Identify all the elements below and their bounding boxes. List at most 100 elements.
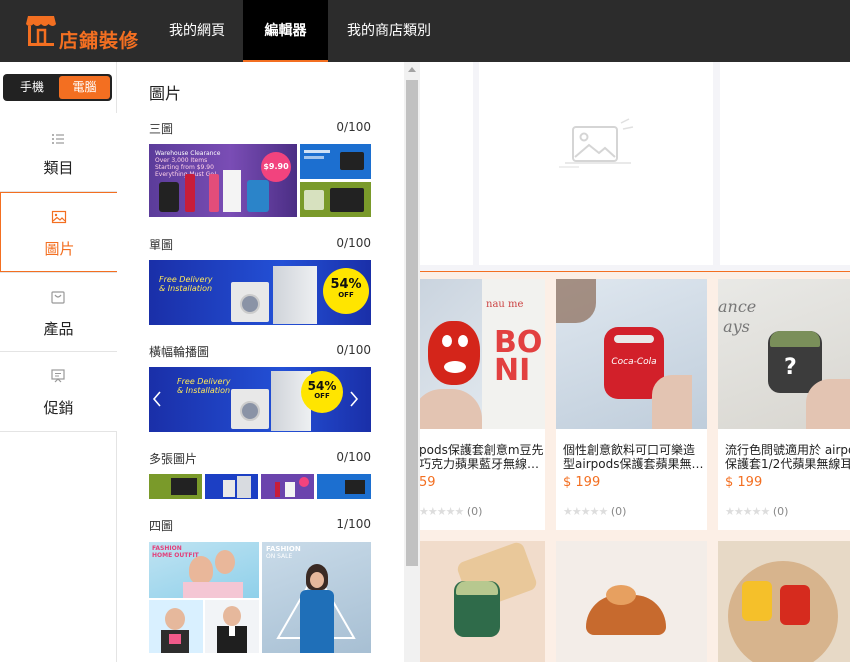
three-image-side-thumbnail-bottom[interactable] (300, 182, 371, 217)
panel-title: 圖片 (149, 84, 182, 103)
sidebar-item-label: 產品 (43, 320, 74, 338)
rating-stars-icon: ★★★★★ (725, 505, 770, 518)
product-image: nau me BO NI (420, 279, 545, 429)
section-count: 0/100 (336, 236, 371, 250)
banner-text: Free Delivery & Installation (159, 275, 212, 293)
chevron-right-icon[interactable] (349, 391, 359, 407)
person-face-graphic (310, 572, 324, 588)
banner-text-line (304, 156, 324, 159)
multi-image-thumbnail-4[interactable] (317, 474, 371, 499)
product-section: nau me BO NI pods保護套創意m豆先 巧克力蘋果藍牙無線… 59 ★… (420, 272, 850, 662)
product-name-line: 保護套1/2代蘋果無線耳 (725, 457, 850, 471)
banner-line: Over 3,000 Items (155, 157, 208, 164)
product-card[interactable] (556, 541, 707, 662)
sidebar-item-products[interactable]: 產品 (0, 272, 117, 352)
banner-line: Free Delivery (177, 377, 231, 386)
product-box-graphic (304, 190, 324, 210)
shop-icon (26, 16, 56, 46)
multi-image-thumbnail-2[interactable] (205, 474, 258, 499)
panel-scrollbar[interactable] (404, 62, 420, 662)
device-toggle: 手機 電腦 (3, 74, 112, 101)
promotion-icon (51, 369, 65, 383)
product-box-icon (51, 291, 65, 304)
section-count: 1/100 (336, 517, 371, 531)
person-graphic (215, 550, 235, 574)
three-image-side-thumbnail-top[interactable] (300, 144, 371, 179)
product-rating: ★★★★★ (0) (420, 505, 482, 518)
discount-off: OFF (338, 291, 354, 299)
review-count: (0) (772, 505, 789, 518)
product-price: 59 (420, 475, 436, 490)
discount-badge: 54% OFF (301, 371, 343, 413)
top-navbar: 店鋪裝修 我的網頁 編輯器 我的商店類別 (0, 0, 850, 62)
product-card[interactable] (718, 541, 850, 662)
four-image-thumbnail-2[interactable] (149, 600, 203, 653)
banner-line: HOME OUTFIT (152, 552, 199, 559)
banner-line: & Installation (159, 284, 213, 293)
jacket-graphic (300, 590, 334, 653)
product-card[interactable]: nau me BO NI pods保護套創意m豆先 巧克力蘋果藍牙無線… 59 ★… (420, 279, 545, 530)
product-card[interactable] (420, 541, 545, 662)
banner-text-line (304, 150, 330, 153)
banner-line: Warehouse Clearance (155, 150, 221, 157)
discount-value: 54% (330, 277, 362, 292)
product-name: 個性創意飲料可口可樂造 型airpods保護套蘋果無… (563, 443, 703, 471)
product-name-line: 個性創意飲料可口可樂造 (563, 443, 696, 457)
product-card[interactable]: ance ays ? 流行色問號適用於 airpo 保護套1/2代蘋果無線耳 $… (718, 279, 850, 530)
carousel-template-thumbnail[interactable]: Free Delivery & Installation 54% OFF (149, 367, 371, 432)
sidebar-item-promotions[interactable]: 促銷 (0, 352, 117, 432)
sidebar-item-label: 促銷 (43, 399, 74, 417)
product-card[interactable]: Coca-Cola 個性創意飲料可口可樂造 型airpods保護套蘋果無… $ … (556, 279, 707, 530)
section-label-four-images: 四圖 (149, 519, 174, 533)
product-image (556, 541, 707, 662)
product-name-line: 型airpods保護套蘋果無… (563, 457, 704, 471)
product-image (718, 541, 850, 662)
multi-image-thumbnail-1[interactable] (149, 474, 202, 499)
discount-value: 54% (307, 379, 337, 393)
section-label-single-image: 單圖 (149, 238, 174, 252)
three-image-template-thumbnail[interactable]: Warehouse Clearance Over 3,000 Items Sta… (149, 144, 297, 217)
image-placeholder-block[interactable] (420, 62, 473, 265)
desktop-view-button[interactable]: 電腦 (59, 76, 110, 99)
scrollbar-thumb[interactable] (406, 80, 418, 566)
mobile-view-button[interactable]: 手機 (7, 76, 57, 99)
image-placeholder-block[interactable] (479, 62, 713, 265)
section-label-carousel: 橫幅輪播圖 (149, 345, 210, 359)
product-image (420, 541, 545, 662)
scroll-up-arrow-icon[interactable] (408, 67, 416, 72)
image-placeholder-block[interactable] (720, 62, 850, 265)
sidebar-item-images[interactable]: 圖片 (0, 192, 117, 272)
sidebar-item-label: 圖片 (44, 240, 75, 258)
chevron-left-icon[interactable] (152, 391, 162, 407)
editor-sidebar: 手機 電腦 類目 圖片 產品 促銷 (0, 62, 117, 662)
product-name-line: 巧克力蘋果藍牙無線… (420, 457, 540, 471)
bottle-graphic (209, 174, 219, 212)
four-image-thumbnail-fashion-sale[interactable]: FASHION ON SALE (262, 542, 371, 653)
store-logo[interactable]: 店鋪裝修 (26, 12, 138, 52)
image-placeholder-icon (559, 118, 634, 168)
rating-stars-icon: ★★★★★ (420, 505, 464, 518)
multi-image-thumbnail-3[interactable] (261, 474, 314, 499)
banner-line: FASHION (152, 545, 182, 552)
section-label-three-images: 三圖 (149, 122, 174, 136)
banner-line: Free Delivery (159, 275, 213, 284)
image-icon (51, 210, 67, 224)
speaker-graphic (247, 180, 269, 212)
product-rating: ★★★★★ (0) (563, 505, 626, 518)
clothing-graphic (183, 582, 243, 598)
tab-my-webpage[interactable]: 我的網頁 (152, 0, 242, 62)
tab-my-shop-categories[interactable]: 我的商店類別 (333, 0, 445, 62)
person-graphic (189, 556, 213, 584)
watch-graphic (159, 182, 179, 212)
single-image-template-thumbnail[interactable]: Free Delivery & Installation 54% OFF (149, 260, 371, 325)
product-name: 流行色問號適用於 airpo 保護套1/2代蘋果無線耳 (725, 443, 850, 471)
price-badge: $9.90 (261, 152, 291, 182)
four-image-thumbnail-fashion-home[interactable]: FASHION HOME OUTFIT (149, 542, 259, 598)
sidebar-item-categories[interactable]: 類目 (0, 113, 117, 192)
discount-off: OFF (314, 392, 330, 400)
tab-editor[interactable]: 編輯器 (243, 0, 328, 62)
product-rating: ★★★★★ (0) (725, 505, 788, 518)
banner-line: & Installation (177, 386, 231, 395)
washing-machine-graphic (231, 282, 269, 322)
four-image-thumbnail-3[interactable] (205, 600, 259, 653)
